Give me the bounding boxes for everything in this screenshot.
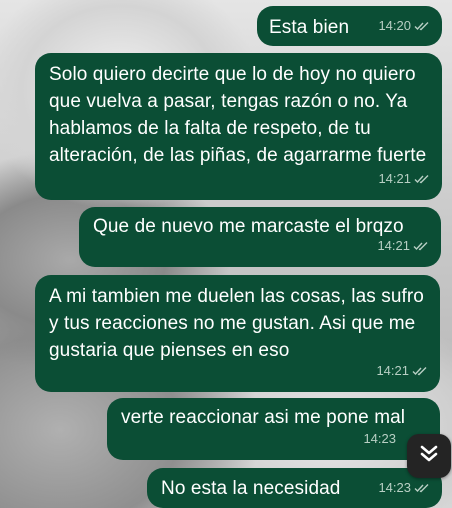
message-text: Solo quiero decirte que lo de hoy no qui… — [49, 64, 427, 166]
message-bubble[interactable]: Esta bien 14:20 — [257, 6, 442, 46]
message-time: 14:20 — [378, 18, 411, 33]
double-chevron-down-icon — [418, 443, 440, 470]
message-meta: 14:23 — [378, 474, 430, 501]
message-bubble[interactable]: No esta la necesidad 14:23 — [147, 468, 442, 508]
message-time: 14:23 — [363, 431, 396, 446]
double-check-icon — [414, 21, 430, 31]
message-bubble[interactable]: A mi tambien me duelen las cosas, las su… — [35, 275, 440, 392]
double-check-icon — [412, 366, 428, 376]
message-bubble[interactable]: Que de nuevo me marcaste el brqzo 14:21 — [79, 207, 441, 267]
message-meta: 14:20 — [378, 12, 430, 39]
message-time: 14:21 — [378, 171, 411, 186]
message-meta: 14:21 — [376, 357, 428, 384]
message-bubble[interactable]: verte reaccionar asi me pone mal 14:23 — [107, 398, 440, 460]
message-time: 14:23 — [378, 480, 411, 495]
message-meta: 14:21 — [377, 232, 429, 259]
message-time: 14:21 — [376, 363, 409, 378]
message-time: 14:21 — [377, 238, 410, 253]
message-bubble[interactable]: Solo quiero decirte que lo de hoy no qui… — [35, 53, 442, 200]
double-check-icon — [413, 241, 429, 251]
scroll-to-bottom-button[interactable] — [407, 434, 451, 478]
message-text: A mi tambien me duelen las cosas, las su… — [49, 286, 424, 361]
message-meta: 14:21 — [378, 165, 430, 192]
double-check-icon — [414, 174, 430, 184]
message-meta: 14:23 — [363, 425, 396, 452]
double-check-icon — [414, 483, 430, 493]
